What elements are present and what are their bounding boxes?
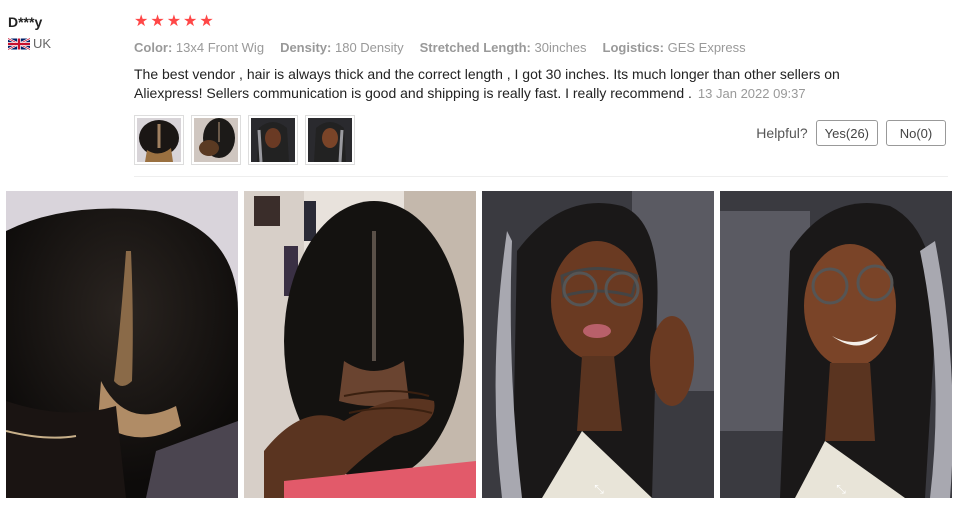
uk-flag-icon	[8, 37, 30, 50]
star-icon: ★	[150, 13, 165, 30]
reviewer-info: D***y UK	[8, 14, 51, 51]
thumbnail-hand-part[interactable]	[191, 115, 241, 165]
spec-length: Stretched Length: 30inches	[419, 40, 587, 55]
spec-color: Color: 13x4 Front Wig	[134, 40, 265, 55]
review-thumbnails	[134, 115, 355, 165]
review-body: ★ ★ ★ ★ ★ Color: 13x4 Front Wig Density:…	[134, 12, 950, 103]
product-specs: Color: 13x4 Front Wig Density: 180 Densi…	[134, 40, 950, 55]
reviewer-name: D***y	[8, 14, 43, 30]
expand-icon[interactable]: ⤡	[834, 482, 848, 496]
country-code: UK	[33, 36, 52, 51]
review-photos: ⤡ ⤡	[6, 191, 952, 498]
photo-model-glasses[interactable]: ⤡	[482, 191, 714, 498]
thumbnail-scalp-part[interactable]	[134, 115, 184, 165]
photo-scalp-part[interactable]	[6, 191, 238, 498]
review-text: The best vendor , hair is always thick a…	[134, 65, 874, 103]
helpful-yes-button[interactable]: Yes(26)	[815, 120, 878, 146]
star-icon: ★	[183, 13, 198, 30]
photo-model-smile[interactable]: ⤡	[720, 191, 952, 498]
star-rating: ★ ★ ★ ★ ★	[134, 12, 950, 32]
thumbnail-model-smile[interactable]	[305, 115, 355, 165]
star-icon: ★	[166, 13, 182, 30]
helpful-no-button[interactable]: No(0)	[886, 120, 946, 146]
spec-logistics: Logistics: GES Express	[602, 40, 746, 55]
photo-hand-part[interactable]	[244, 191, 476, 498]
star-icon: ★	[134, 13, 149, 30]
helpful-label: Helpful?	[756, 125, 808, 141]
thumbnail-model-glasses[interactable]	[248, 115, 298, 165]
divider	[134, 176, 948, 177]
star-icon: ★	[199, 13, 214, 30]
reviewer-country: UK	[8, 36, 51, 51]
spec-density: Density: 180 Density	[280, 40, 404, 55]
review-date: 13 Jan 2022 09:37	[697, 86, 806, 101]
expand-icon[interactable]: ⤡	[592, 482, 606, 496]
helpful-votes: Helpful? Yes(26) No(0)	[756, 120, 946, 146]
